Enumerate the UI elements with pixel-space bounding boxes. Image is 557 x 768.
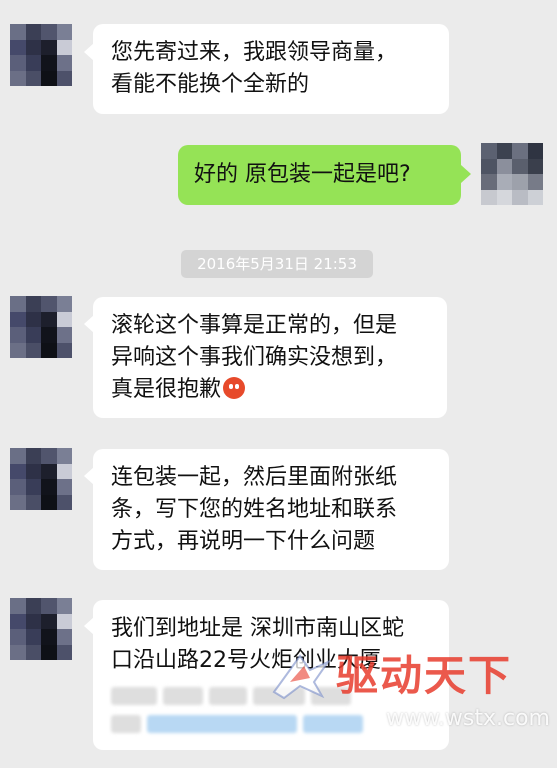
redacted-link xyxy=(111,715,431,733)
message-line: 真是很抱歉 xyxy=(111,374,429,406)
user-avatar[interactable] xyxy=(481,143,543,205)
message-line: 条，写下您的姓名地址和联系 xyxy=(111,497,398,522)
message-text: 真是很抱歉 xyxy=(111,377,222,402)
message-line: 滚轮这个事算是正常的，但是 xyxy=(111,313,398,338)
message-line: 看能不能换个全新的 xyxy=(111,72,310,97)
message-bubble-incoming[interactable]: 您先寄过来，我跟领导商量， 看能不能换个全新的 xyxy=(93,24,449,114)
contact-avatar[interactable] xyxy=(10,24,72,86)
message-bubble-outgoing[interactable]: 好的 原包装一起是吧? xyxy=(178,145,461,205)
message-line: 方式，再说明一下什么问题 xyxy=(111,529,376,554)
message-line: 好的 原包装一起是吧? xyxy=(194,162,411,187)
timestamp: 2016年5月31日 21:53 xyxy=(181,250,373,278)
message-line: 我们到地址是 深圳市南山区蛇 xyxy=(111,616,404,641)
contact-avatar[interactable] xyxy=(10,448,72,510)
message-line: 连包装一起，然后里面附张纸 xyxy=(111,465,398,490)
message-line: 异响这个事我们确实没想到， xyxy=(111,345,398,370)
contact-avatar[interactable] xyxy=(10,598,72,660)
message-line: 您先寄过来，我跟领导商量， xyxy=(111,40,398,65)
message-bubble-incoming[interactable]: 我们到地址是 深圳市南山区蛇 口沿山路22号火炬创业大厦 xyxy=(93,600,449,750)
embarrassed-face-emoji-icon xyxy=(223,377,246,399)
message-line: 口沿山路22号火炬创业大厦 xyxy=(111,648,381,673)
redacted-text xyxy=(111,687,431,705)
contact-avatar[interactable] xyxy=(10,296,72,358)
message-bubble-incoming[interactable]: 滚轮这个事算是正常的，但是 异响这个事我们确实没想到， 真是很抱歉 xyxy=(93,297,447,418)
message-bubble-incoming[interactable]: 连包装一起，然后里面附张纸 条，写下您的姓名地址和联系 方式，再说明一下什么问题 xyxy=(93,449,449,570)
